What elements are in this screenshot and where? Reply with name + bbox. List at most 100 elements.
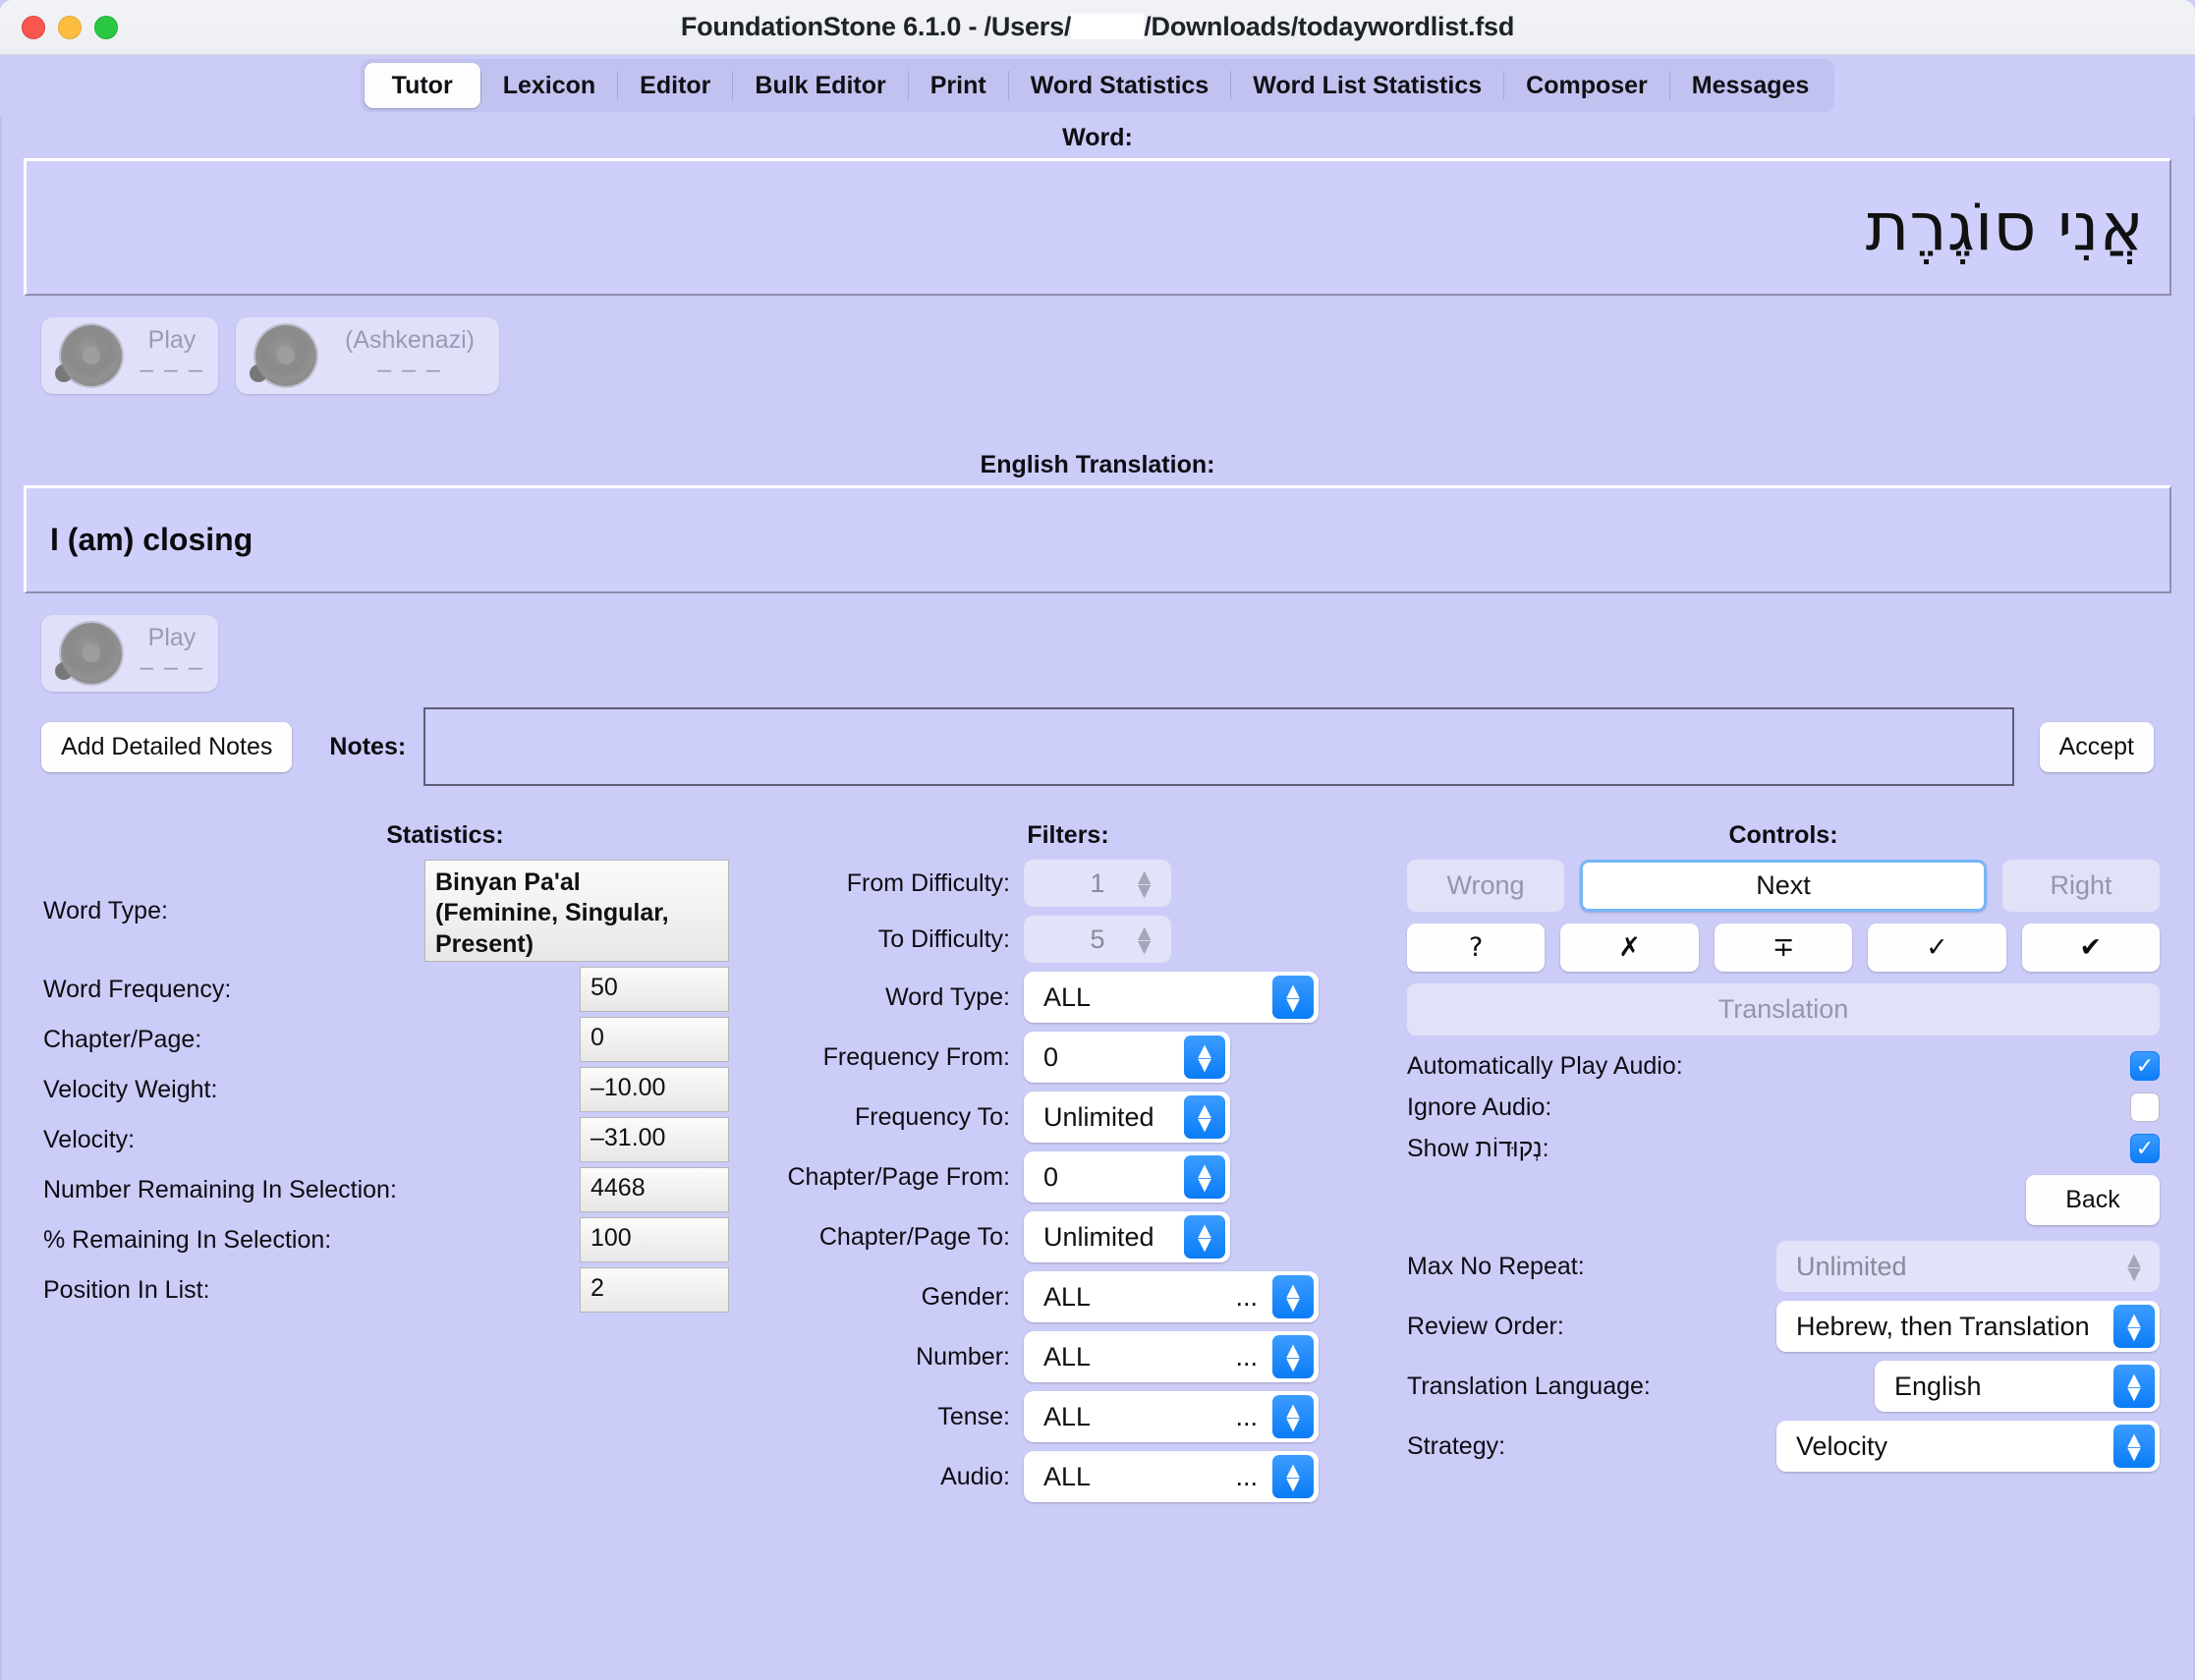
right-button[interactable]: Right (2002, 860, 2160, 912)
stat-label: % Remaining In Selection: (43, 1225, 332, 1254)
filters-panel: Filters: From Difficulty: 1 ▲ ▼ To Diffic… (729, 821, 1407, 1511)
ignore-audio-checkbox[interactable] (2130, 1092, 2160, 1122)
to-difficulty-stepper[interactable]: 5 ▲ ▼ (1024, 916, 1171, 963)
chevron-updown-icon[interactable]: ▲ ▼ (1272, 1275, 1314, 1318)
english-translation-field[interactable]: I (am) closing (24, 485, 2171, 593)
frequency-from-label: Frequency From: (822, 1042, 1010, 1071)
stat-row-chapter-page: Chapter/Page: 0 (43, 1017, 729, 1062)
play-translation-audio-button[interactable]: Play – – – (41, 615, 218, 692)
review-order-select[interactable]: Hebrew, then Translation ▲ ▼ (1776, 1301, 2160, 1352)
word-type-value: Binyan Pa'al (Feminine, Singular, Presen… (424, 860, 729, 962)
speaker-icon (255, 325, 316, 386)
audio-select[interactable]: ALL ... ▲ ▼ (1024, 1451, 1319, 1502)
chapter-page-from-select[interactable]: 0 ▲ ▼ (1024, 1151, 1230, 1203)
tab-bulk-editor[interactable]: Bulk Editor (733, 63, 907, 108)
grade-certain-button[interactable]: ✔ (2021, 924, 2161, 972)
chapter-page-to-select[interactable]: Unlimited ▲ ▼ (1024, 1211, 1230, 1262)
grade-right-button[interactable]: ✓ (1868, 924, 2006, 972)
filter-row-chapter-page-from: Chapter/Page From: 0 ▲ ▼ (729, 1151, 1407, 1203)
statistics-panel: Statistics: Word Type: Binyan Pa'al (Fem… (22, 821, 729, 1511)
chevron-updown-icon[interactable]: ▲ ▼ (2113, 1425, 2155, 1468)
max-no-repeat-select[interactable]: Unlimited ▲ ▼ (1776, 1241, 2160, 1292)
stat-label: Number Remaining In Selection: (43, 1175, 397, 1204)
play-label: Play (147, 624, 197, 652)
tab-messages[interactable]: Messages (1670, 63, 1831, 108)
word-type-label: Word Type: (43, 896, 168, 924)
translation-language-label: Translation Language: (1407, 1372, 1651, 1400)
word-display-field[interactable]: אֲנִי סוֹגֶרֶת (24, 158, 2171, 296)
tab-lexicon[interactable]: Lexicon (481, 63, 617, 108)
from-difficulty-stepper[interactable]: 1 ▲ ▼ (1024, 860, 1171, 907)
word-type-line2: (Feminine, Singular, Present) (435, 899, 669, 958)
chevron-updown-icon[interactable]: ▲ ▼ (2113, 1305, 2155, 1348)
word-type-filter-label: Word Type: (885, 982, 1010, 1011)
play-audio-button[interactable]: Play – – – (41, 317, 218, 394)
next-button[interactable]: Next (1580, 860, 1987, 912)
chapter-page-from-label: Chapter/Page From: (787, 1162, 1011, 1191)
word-type-select[interactable]: ALL ▲ ▼ (1024, 972, 1319, 1023)
frequency-to-value: Unlimited (1043, 1101, 1154, 1132)
gender-value: ALL (1043, 1281, 1092, 1312)
audio-label: Audio: (940, 1462, 1010, 1490)
chevron-updown-icon[interactable]: ▲ ▼ (1184, 1155, 1225, 1199)
filter-row-frequency-from: Frequency From: 0 ▲ ▼ (729, 1032, 1407, 1083)
filter-row-frequency-to: Frequency To: Unlimited ▲ ▼ (729, 1092, 1407, 1143)
play-ashkenazi-audio-button[interactable]: (Ashkenazi) – – – (236, 317, 499, 394)
tab-word-statistics[interactable]: Word Statistics (1009, 63, 1231, 108)
ellipsis-icon: ... (1235, 1461, 1258, 1491)
grade-unknown-button[interactable]: ? (1407, 924, 1546, 972)
chevron-updown-icon[interactable]: ▲ ▼ (1272, 1395, 1314, 1438)
filter-row-tense: Tense: ALL ... ▲ ▼ (729, 1391, 1407, 1442)
window-title-suffix: /Downloads/todaywordlist.fsd (1144, 12, 1515, 41)
chevron-updown-icon[interactable]: ▲ ▼ (1184, 1095, 1225, 1139)
grade-wrong-button[interactable]: ✗ (1560, 924, 1699, 972)
tab-composer[interactable]: Composer (1504, 63, 1669, 108)
max-no-repeat-row: Max No Repeat: Unlimited ▲ ▼ (1407, 1241, 2160, 1292)
notes-label: Notes: (329, 732, 407, 760)
stat-row-percent-remaining: % Remaining In Selection: 100 (43, 1217, 729, 1262)
accept-button[interactable]: Accept (2039, 721, 2154, 772)
grade-partial-button[interactable]: ∓ (1714, 924, 1853, 972)
strategy-select[interactable]: Velocity ▲ ▼ (1776, 1421, 2160, 1472)
chapter-page-to-label: Chapter/Page To: (818, 1222, 1010, 1251)
frequency-from-select[interactable]: 0 ▲ ▼ (1024, 1032, 1230, 1083)
filter-row-chapter-page-to: Chapter/Page To: Unlimited ▲ ▼ (729, 1211, 1407, 1262)
bottom-columns: Statistics: Word Type: Binyan Pa'al (Fem… (22, 786, 2173, 1511)
chevron-updown-icon[interactable]: ▲ ▼ (1272, 1335, 1314, 1378)
wrong-button[interactable]: Wrong (1407, 860, 1564, 912)
number-value: ALL (1043, 1341, 1092, 1372)
tab-editor[interactable]: Editor (618, 63, 732, 108)
chevron-updown-icon[interactable]: ▲ ▼ (1272, 1455, 1314, 1498)
translation-button[interactable]: Translation (1407, 983, 2160, 1036)
tense-select[interactable]: ALL ... ▲ ▼ (1024, 1391, 1319, 1442)
tab-word-list-statistics[interactable]: Word List Statistics (1231, 63, 1503, 108)
ignore-audio-label: Ignore Audio: (1407, 1092, 1552, 1121)
window-titlebar: FoundationStone 6.1.0 - /Users/ /Download… (0, 0, 2195, 55)
stat-row-number-remaining: Number Remaining In Selection: 4468 (43, 1167, 729, 1212)
chevron-updown-icon[interactable]: ▲ ▼ (2113, 1365, 2155, 1408)
notes-input[interactable] (423, 707, 2014, 786)
show-nikud-checkbox[interactable]: ✓ (2130, 1134, 2160, 1163)
chevron-updown-icon[interactable]: ▲ ▼ (1272, 976, 1314, 1019)
translation-language-select[interactable]: English ▲ ▼ (1875, 1361, 2160, 1412)
word-type-row: Word Type: Binyan Pa'al (Feminine, Singu… (43, 860, 729, 962)
back-button[interactable]: Back (2026, 1175, 2160, 1225)
tab-print[interactable]: Print (909, 63, 1008, 108)
frequency-to-select[interactable]: Unlimited ▲ ▼ (1024, 1092, 1230, 1143)
add-detailed-notes-button[interactable]: Add Detailed Notes (41, 721, 293, 772)
tab-tutor[interactable]: Tutor (364, 63, 480, 108)
number-select[interactable]: ALL ... ▲ ▼ (1024, 1331, 1319, 1382)
window-title-prefix: FoundationStone 6.1.0 - /Users/ (680, 12, 1072, 41)
frequency-to-label: Frequency To: (855, 1102, 1010, 1131)
ellipsis-icon: ... (1235, 1281, 1258, 1312)
ellipsis-icon: ... (1235, 1401, 1258, 1431)
review-order-value: Hebrew, then Translation (1796, 1311, 2090, 1341)
gender-select[interactable]: ALL ... ▲ ▼ (1024, 1271, 1319, 1322)
tense-label: Tense: (937, 1402, 1010, 1430)
auto-play-audio-checkbox[interactable]: ✓ (2130, 1051, 2160, 1081)
stat-row-velocity: Velocity: –31.00 (43, 1117, 729, 1162)
translation-language-row: Translation Language: English ▲ ▼ (1407, 1361, 2160, 1412)
chevron-updown-icon[interactable]: ▲ ▼ (1184, 1036, 1225, 1079)
stat-label: Position In List: (43, 1275, 210, 1304)
chevron-updown-icon[interactable]: ▲ ▼ (1184, 1215, 1225, 1259)
